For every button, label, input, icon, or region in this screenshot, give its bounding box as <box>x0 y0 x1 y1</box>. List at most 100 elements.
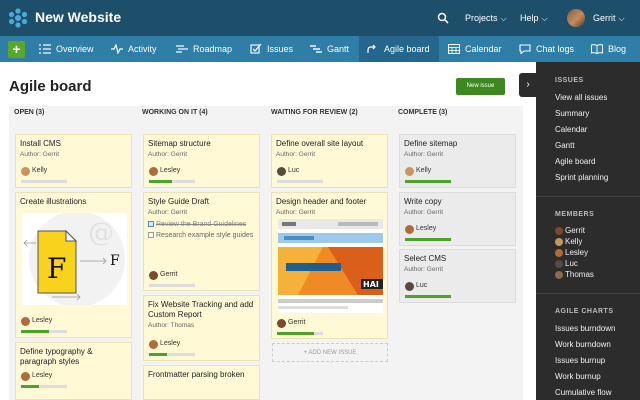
column-review-header: WAITING FOR REVIEW (2) <box>271 109 358 116</box>
progress-fill <box>405 180 451 183</box>
card-assignee[interactable]: Lesley <box>149 167 180 176</box>
agile-charts-heading: AGILE CHARTS <box>555 308 614 315</box>
issue-card[interactable]: Create illustrations @ F F Lesley <box>15 192 132 338</box>
card-progress <box>21 330 67 333</box>
card-title: Fix Website Tracking and add Custom Repo… <box>148 300 254 319</box>
search-icon[interactable] <box>437 12 449 24</box>
card-assignee[interactable]: Lesley <box>149 340 180 349</box>
checkbox-icon <box>250 44 262 54</box>
sidebar-link-agile-board[interactable]: Agile board <box>555 157 595 166</box>
card-author: Author: Gerrit <box>404 151 444 158</box>
card-assignee[interactable]: Lesley <box>21 372 52 381</box>
tab-label: Calendar <box>465 44 502 54</box>
tab-label: Overview <box>56 44 94 54</box>
list-icon <box>39 44 51 54</box>
sidebar-link-calendar[interactable]: Calendar <box>555 125 587 134</box>
sidebar-link-gantt[interactable]: Gantt <box>555 141 575 150</box>
sidebar-link-sprint-planning[interactable]: Sprint planning <box>555 173 608 182</box>
new-issue-button[interactable]: New issue <box>456 78 505 95</box>
card-assignee[interactable]: Gerrit <box>149 271 178 280</box>
add-new-issue-button[interactable]: + ADD NEW ISSUE <box>272 343 388 362</box>
avatar <box>555 271 563 279</box>
issue-card[interactable]: Install CMS Author: Gerrit Kelly <box>15 134 132 188</box>
user-avatar[interactable] <box>567 9 585 27</box>
card-assignee[interactable]: Luc <box>405 282 427 291</box>
member-item[interactable]: Lesley <box>555 248 588 257</box>
card-assignee[interactable]: Luc <box>277 167 300 176</box>
progress-fill <box>149 353 168 356</box>
tab-gantt[interactable]: Gantt <box>310 36 349 62</box>
tab-issues[interactable]: Issues <box>250 36 293 62</box>
issue-card[interactable]: Select CMS Author: Gerrit Luc <box>399 249 516 303</box>
issue-card[interactable]: Write copy Author: Gerrit Lesley <box>399 192 516 246</box>
projects-menu[interactable]: Projects ⌵ <box>465 13 507 24</box>
tab-agile-board[interactable]: Agile board <box>359 36 439 62</box>
chevron-right-icon[interactable]: › <box>519 73 537 97</box>
member-item[interactable]: Gerrit <box>555 226 585 235</box>
logo-icon[interactable] <box>8 8 28 28</box>
tab-overview[interactable]: Overview <box>39 36 94 62</box>
avatar <box>149 167 158 176</box>
progress-fill <box>405 238 451 241</box>
assignee-name: Kelly <box>416 167 432 174</box>
card-assignee[interactable]: Kelly <box>21 167 47 176</box>
avatar <box>149 340 158 349</box>
tab-chat-logs[interactable]: Chat logs <box>519 36 574 62</box>
issue-card[interactable]: Sitemap structure Author: Gerrit Lesley <box>143 134 260 188</box>
issue-card[interactable]: Style Guide Draft Author: Gerrit Review … <box>143 192 260 291</box>
tab-blog[interactable]: Blog <box>591 36 626 62</box>
sidebar-link-view-all-issues[interactable]: View all issues <box>555 93 607 102</box>
issue-card[interactable]: Fix Website Tracking and add Custom Repo… <box>143 295 260 361</box>
card-title: Design header and footer <box>276 197 367 206</box>
card-title: Frontmatter parsing broken <box>148 370 245 379</box>
header-design-thumbnail: HAI <box>278 219 383 313</box>
chevron-down-icon: ⌵ <box>618 14 625 23</box>
assignee-name: Luc <box>288 167 300 174</box>
user-menu[interactable]: Gerrit ⌵ <box>593 13 625 24</box>
card-assignee[interactable]: Gerrit <box>277 319 306 328</box>
sidebar-link-summary[interactable]: Summary <box>555 109 589 118</box>
checklist-item[interactable]: Research example style guides <box>148 231 255 240</box>
sidebar-link-work-burndown[interactable]: Work burndown <box>555 340 611 349</box>
sidebar-link-cumulative-flow[interactable]: Cumulative flow <box>555 388 611 397</box>
tab-label: Agile board <box>384 44 430 54</box>
progress-fill <box>277 332 314 335</box>
issue-card[interactable]: Design header and footer Author: Gerrit … <box>271 192 388 339</box>
issue-card[interactable]: Define overall site layout Author: Gerri… <box>271 134 388 188</box>
tab-calendar[interactable]: Calendar <box>448 36 502 62</box>
tab-label: Issues <box>267 44 294 54</box>
card-assignee[interactable]: Lesley <box>21 317 53 326</box>
card-title: Define sitemap <box>404 139 458 148</box>
card-assignee[interactable]: Kelly <box>405 167 432 176</box>
member-item[interactable]: Luc <box>555 259 578 268</box>
sidebar-link-issues-burndown[interactable]: Issues burndown <box>555 324 615 333</box>
avatar <box>405 167 414 176</box>
assignee-name: Lesley <box>32 317 53 324</box>
card-progress <box>277 180 323 183</box>
tab-roadmap[interactable]: Roadmap <box>176 36 232 62</box>
member-item[interactable]: Kelly <box>555 237 582 246</box>
card-assignee[interactable]: Lesley <box>405 225 436 234</box>
issue-card[interactable]: Frontmatter parsing broken <box>143 365 260 400</box>
app-title: New Website <box>35 9 122 25</box>
issue-card[interactable]: Define typography & paragraph styles Les… <box>15 342 132 400</box>
progress-fill <box>405 295 451 298</box>
chevron-down-icon: ⌵ <box>541 14 548 23</box>
help-label: Help <box>520 13 539 23</box>
checkbox[interactable] <box>148 221 154 227</box>
help-menu[interactable]: Help ⌵ <box>520 13 548 24</box>
assignee-name: Gerrit <box>288 319 306 326</box>
sidebar-link-work-burnup[interactable]: Work burnup <box>555 372 601 381</box>
checklist-item[interactable]: Review the Brand Guidelines <box>148 220 255 229</box>
projects-label: Projects <box>465 13 498 23</box>
tab-activity[interactable]: Activity <box>111 36 157 62</box>
card-progress <box>405 180 451 183</box>
add-button[interactable]: + <box>8 41 25 58</box>
checkbox[interactable] <box>148 232 154 238</box>
card-author: Author: Thomas <box>148 322 195 329</box>
chat-icon <box>519 44 531 54</box>
issue-card[interactable]: Define sitemap Author: Gerrit Kelly <box>399 134 516 188</box>
member-item[interactable]: Thomas <box>555 270 594 279</box>
avatar <box>555 227 563 235</box>
sidebar-link-issues-burnup[interactable]: Issues burnup <box>555 356 605 365</box>
